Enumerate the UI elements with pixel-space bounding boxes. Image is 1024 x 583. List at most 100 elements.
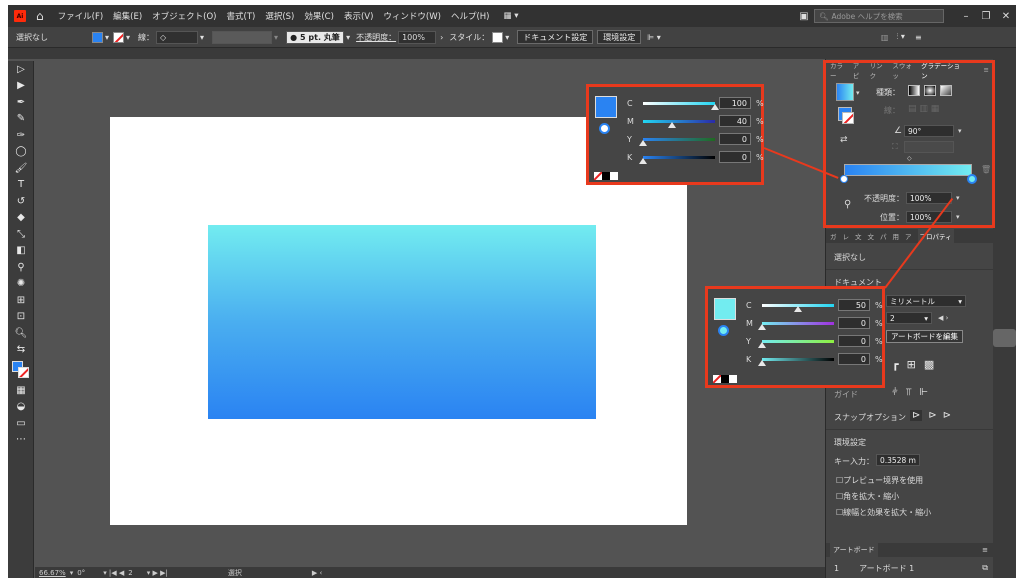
menu-file[interactable]: ファイル(F) — [58, 10, 104, 22]
c-slider[interactable] — [643, 101, 719, 110]
opacity-label[interactable]: 不透明度： — [356, 32, 396, 43]
selection-tool-icon[interactable]: ▷ — [8, 61, 34, 78]
artboard-prev-icon[interactable]: ◀ › — [938, 314, 948, 322]
gradient-tool-icon[interactable]: ◧ — [8, 243, 34, 260]
smart-guides-icon[interactable]: ⫪ — [906, 387, 912, 398]
c-value[interactable]: 100 — [719, 97, 751, 109]
stroke-weight-dropdown-icon[interactable]: ▾ — [200, 33, 204, 42]
checkbox-scale-corners[interactable]: ☐角を拡大・縮小 — [836, 491, 899, 502]
menu-window[interactable]: ウィンドウ(W) — [383, 10, 441, 22]
menu-view[interactable]: 表示(V) — [344, 10, 373, 22]
eraser-tool-icon[interactable]: ◆ — [8, 210, 34, 227]
snap-glyph-icon[interactable]: ⊳ — [943, 410, 951, 421]
swap-fill-stroke-icon[interactable]: ⇆ — [8, 342, 34, 359]
tab-para[interactable]: 文 — [868, 231, 875, 241]
grid-icon[interactable]: ⊞ — [907, 358, 916, 371]
tab-g[interactable]: ガ — [830, 231, 837, 241]
workspace-switcher[interactable]: ▦ ▾ — [503, 11, 518, 21]
rotate-tool-icon[interactable]: ↺ — [8, 193, 34, 210]
snap-point-icon[interactable]: ⊳ — [910, 410, 923, 421]
variable-width-dropdown-icon[interactable]: ▾ — [274, 33, 278, 42]
curvature-tool-icon[interactable]: ✎ — [8, 111, 34, 128]
stroke-swatch[interactable] — [113, 31, 125, 43]
y2-value[interactable]: 0 — [838, 335, 870, 347]
y-value[interactable]: 0 — [719, 133, 751, 145]
m-slider[interactable] — [643, 119, 715, 128]
arrange-icon[interactable]: ▣ — [794, 11, 814, 22]
symbol-sprayer-tool-icon[interactable]: ✺ — [8, 276, 34, 293]
key-input-field[interactable]: 0.3528 m — [876, 454, 920, 466]
guide-options-icon[interactable]: ⊩ — [919, 387, 928, 398]
home-icon[interactable]: ⌂ — [36, 9, 44, 23]
k-slider[interactable] — [639, 155, 715, 164]
status-arrows-icon[interactable]: ▶ ‹ — [312, 569, 322, 577]
eyedropper-tool-icon[interactable]: ⚲ — [8, 259, 34, 276]
ruler-icon[interactable]: ┏ — [892, 358, 899, 371]
c2-slider[interactable] — [762, 303, 834, 312]
scale-tool-icon[interactable]: ⤡ — [8, 226, 34, 243]
anchor-tool-icon[interactable]: ✑ — [8, 127, 34, 144]
opacity-arrow-icon[interactable]: › — [440, 33, 443, 42]
fill-swatch[interactable] — [92, 31, 103, 43]
menu-edit[interactable]: 編集(E) — [113, 10, 142, 22]
minimize-icon[interactable]: – — [956, 11, 976, 22]
artboard-number-field[interactable]: 2 ▾ — [886, 312, 932, 324]
tab-use[interactable]: 用 — [893, 231, 900, 241]
tab-char[interactable]: 文 — [855, 231, 862, 241]
draw-mode-icon[interactable]: ◒ — [8, 399, 34, 416]
artboard-row-name[interactable]: アートボード 1 — [859, 563, 914, 574]
artboard-tool-icon[interactable]: ⊡ — [8, 309, 34, 326]
preferences-button[interactable]: 環境設定 — [597, 30, 642, 44]
fill-dropdown-icon[interactable]: ▾ — [105, 33, 109, 42]
k2-value[interactable]: 0 — [838, 353, 870, 365]
artboard-options-icon[interactable]: ⧉ — [982, 563, 988, 573]
ellipse-tool-icon[interactable]: ◯ — [8, 144, 34, 161]
menu-effect[interactable]: 効果(C) — [304, 10, 334, 22]
menu-type[interactable]: 書式(T) — [227, 10, 256, 22]
color-mode-icon[interactable]: ▦ — [8, 382, 34, 399]
k2-slider[interactable] — [758, 357, 834, 366]
tab-layers[interactable]: レ — [843, 231, 850, 241]
m2-slider[interactable] — [758, 321, 834, 330]
brush-field[interactable]: ● 5 pt. 丸筆 — [286, 30, 345, 44]
snap-pixel-icon[interactable]: ⊳ — [928, 410, 936, 421]
stroke-dropdown-icon[interactable]: ▾ — [126, 33, 130, 42]
artboard-nav-next-icon[interactable]: ▾ ▶ ▶| — [147, 569, 168, 577]
pen-tool-icon[interactable]: ✒ — [8, 94, 34, 111]
graph-tool-icon[interactable]: ⊞ — [8, 292, 34, 309]
none-black-white-swatches-2[interactable] — [713, 375, 737, 383]
panel-scrollbar-thumb[interactable] — [993, 329, 1016, 347]
panel-toggle-icon[interactable]: ▥ — [881, 33, 889, 42]
arrange-docs-icon[interactable]: ⫶ ▾ — [896, 32, 905, 42]
screen-mode-icon[interactable]: ▭ — [8, 415, 34, 432]
rotation-value[interactable]: 0° — [77, 569, 85, 577]
more-tools-icon[interactable]: ⋯ — [8, 432, 34, 449]
guides-icon[interactable]: ⫩ — [892, 387, 898, 398]
k-value[interactable]: 0 — [719, 151, 751, 163]
y-slider[interactable] — [639, 137, 715, 146]
artboards-menu-icon[interactable]: ≡ — [982, 546, 988, 554]
units-dropdown[interactable]: ミリメートル ▾ — [886, 295, 966, 307]
direct-selection-tool-icon[interactable]: ▶ — [8, 78, 34, 95]
brush-dropdown-icon[interactable]: ▾ — [346, 33, 350, 42]
document-setup-button[interactable]: ドキュメント設定 — [517, 30, 594, 44]
align-icon[interactable]: ⊫ ▾ — [647, 33, 661, 42]
restore-icon[interactable]: ❐ — [976, 11, 996, 22]
edit-artboard-button[interactable]: アートボードを編集 — [886, 330, 964, 343]
menu-lines-icon[interactable]: ≡ — [915, 33, 922, 42]
style-dropdown-icon[interactable]: ▾ — [505, 33, 509, 42]
close-icon[interactable]: ✕ — [996, 11, 1016, 22]
menu-help[interactable]: ヘルプ(H) — [451, 10, 490, 22]
tab-path[interactable]: パ — [880, 231, 887, 241]
opacity-field[interactable]: 100% — [398, 30, 437, 44]
artboard-number[interactable]: 2 — [128, 569, 132, 577]
transparency-grid-icon[interactable]: ▩ — [924, 358, 934, 371]
help-search-input[interactable]: 🔍︎ Adobe ヘルプを検索 — [814, 9, 944, 23]
tab-a[interactable]: ア — [905, 231, 912, 241]
style-swatch[interactable] — [492, 31, 504, 43]
zoom-tool-icon[interactable]: 🔍︎ — [8, 325, 34, 342]
menu-object[interactable]: オブジェクト(O) — [152, 10, 216, 22]
zoom-level[interactable]: 66.67% — [39, 569, 66, 577]
menu-select[interactable]: 選択(S) — [265, 10, 294, 22]
tab-artboards[interactable]: アートボード — [830, 543, 878, 557]
